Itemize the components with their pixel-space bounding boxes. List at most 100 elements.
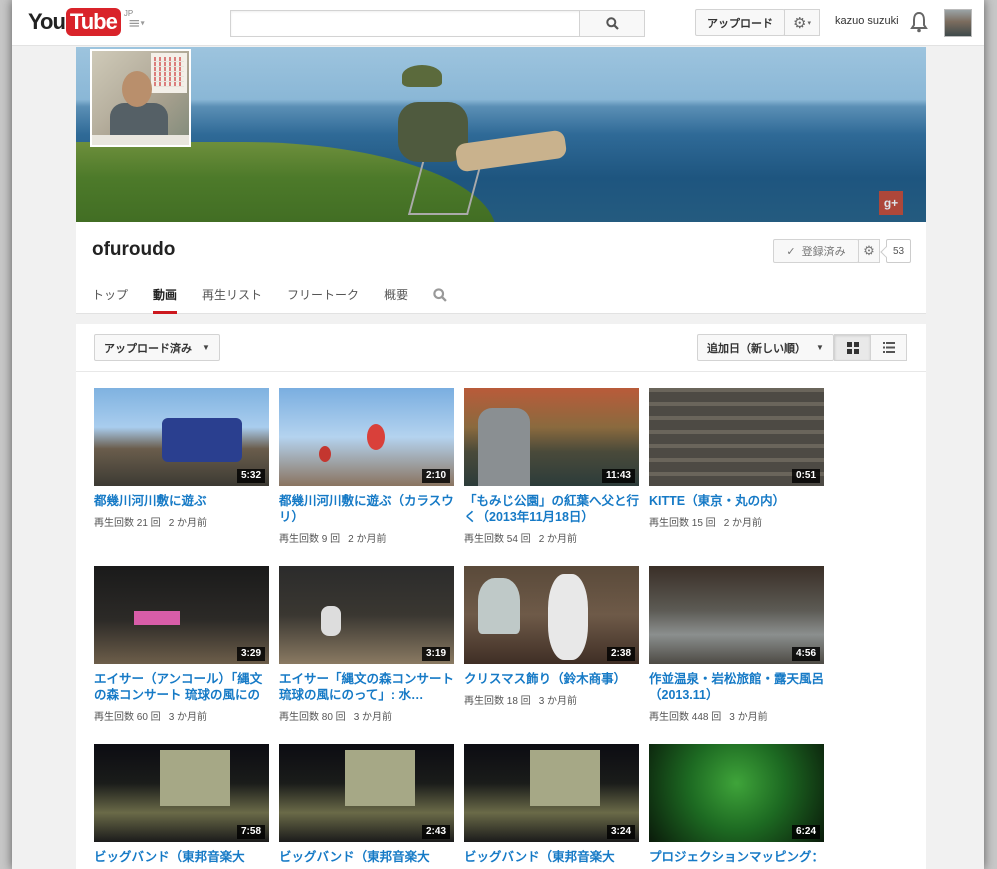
video-title[interactable]: エイサー「縄文の森コンサート 琉球の風にのって」: 水… (279, 671, 454, 703)
video-duration: 3:24 (606, 825, 635, 839)
chevron-down-icon: ▾ (807, 18, 811, 27)
chevron-down-icon: ▼ (202, 343, 210, 352)
video-duration: 6:24 (791, 825, 820, 839)
video-duration: 4:56 (791, 647, 820, 661)
video-duration: 5:32 (236, 469, 265, 483)
uploads-filter-dropdown[interactable]: アップロード済み ▼ (94, 334, 220, 361)
video-card[interactable]: 7:58 ビッグバンド（東邦音楽大 (94, 744, 269, 869)
channel-title[interactable]: ofuroudo (92, 239, 175, 261)
video-title[interactable]: ビッグバンド（東邦音楽大 (94, 849, 269, 865)
settings-menu-button[interactable]: ⚙ ▾ (784, 9, 820, 36)
subscribed-button[interactable]: ✓ 登録済み (773, 239, 859, 263)
notifications-bell-icon[interactable] (910, 11, 928, 33)
video-views: 再生回数 21 回 (94, 518, 161, 529)
upload-button[interactable]: アップロード (695, 9, 785, 36)
gear-icon: ⚙ (793, 13, 807, 32)
checkmark-icon: ✓ (786, 245, 796, 258)
video-thumbnail[interactable]: 5:32 (94, 388, 269, 486)
video-card[interactable]: 2:38 クリスマス飾り（鈴木商事） 再生回数 18 回 3 か月前 (464, 566, 639, 707)
video-thumbnail[interactable]: 7:58 (94, 744, 269, 842)
video-thumbnail[interactable]: 2:38 (464, 566, 639, 664)
video-duration: 2:10 (421, 469, 450, 483)
video-meta: 再生回数 448 回 3 か月前 (649, 708, 824, 723)
video-thumbnail[interactable]: 3:24 (464, 744, 639, 842)
subscriber-count: 53 (886, 239, 911, 263)
video-views: 再生回数 54 回 (464, 534, 531, 545)
video-meta: 再生回数 21 回 2 か月前 (94, 514, 269, 529)
video-duration: 11:43 (601, 469, 635, 483)
video-card[interactable]: 6:24 プロジェクションマッピング： (649, 744, 824, 869)
video-meta: 再生回数 18 回 3 か月前 (464, 692, 639, 707)
video-age: 2 か月前 (348, 534, 387, 545)
video-thumbnail[interactable]: 2:43 (279, 744, 454, 842)
video-thumbnail[interactable]: 6:24 (649, 744, 824, 842)
subscription-settings-button[interactable]: ⚙ (858, 239, 880, 263)
user-avatar[interactable] (944, 9, 972, 37)
video-views: 再生回数 60 回 (94, 712, 161, 723)
guide-menu-icon[interactable]: ≡▾ (128, 14, 154, 32)
video-age: 3 か月前 (729, 712, 768, 723)
video-views: 再生回数 9 回 (279, 534, 341, 545)
video-thumbnail[interactable]: 2:10 (279, 388, 454, 486)
video-thumbnail[interactable]: 3:19 (279, 566, 454, 664)
username[interactable]: kazuo suzuki (835, 15, 899, 27)
tab-about[interactable]: 概要 (384, 288, 408, 314)
list-view-icon (882, 342, 895, 353)
video-title[interactable]: ビッグバンド（東邦音楽大 (464, 849, 639, 865)
subscribed-label: 登録済み (801, 246, 846, 258)
video-title[interactable]: ビッグバンド（東邦音楽大 (279, 849, 454, 865)
video-duration: 2:38 (606, 647, 635, 661)
sort-dropdown[interactable]: 追加日（新しい順） ▼ (697, 334, 834, 361)
video-title[interactable]: 都幾川河川敷に遊ぶ（カラスウリ） (279, 493, 454, 525)
video-thumbnail[interactable]: 4:56 (649, 566, 824, 664)
video-title[interactable]: エイサー（アンコール）「縄文の森コンサート 琉球の風にのっ… (94, 671, 269, 703)
search-button[interactable] (579, 10, 645, 37)
video-thumbnail[interactable]: 11:43 (464, 388, 639, 486)
video-thumbnail[interactable]: 0:51 (649, 388, 824, 486)
channel-avatar[interactable] (90, 49, 191, 147)
tab-videos[interactable]: 動画 (153, 288, 178, 314)
search-input[interactable] (230, 10, 581, 37)
video-duration: 2:43 (421, 825, 450, 839)
logo-tube-text: Tube (65, 8, 121, 36)
video-title[interactable]: 都幾川河川敷に遊ぶ (94, 493, 269, 509)
video-duration: 7:58 (236, 825, 265, 839)
tab-playlists[interactable]: 再生リスト (202, 288, 262, 314)
video-age: 2 か月前 (538, 534, 578, 545)
video-age: 3 か月前 (538, 696, 578, 707)
video-card[interactable]: 2:10 都幾川河川敷に遊ぶ（カラスウリ） 再生回数 9 回 2 か月前 (279, 388, 454, 545)
video-title[interactable]: クリスマス飾り（鈴木商事） (464, 671, 639, 687)
video-card[interactable]: 3:19 エイサー「縄文の森コンサート 琉球の風にのって」: 水… 再生回数 8… (279, 566, 454, 723)
list-view-button[interactable] (870, 334, 907, 361)
video-duration: 3:19 (421, 647, 450, 661)
video-card[interactable]: 2:43 ビッグバンド（東邦音楽大 (279, 744, 454, 869)
tab-home[interactable]: トップ (92, 288, 128, 314)
video-thumbnail[interactable]: 3:29 (94, 566, 269, 664)
channel-search-icon[interactable] (433, 288, 447, 302)
gear-icon: ⚙ (863, 243, 875, 259)
chevron-down-icon: ▼ (816, 343, 824, 352)
video-title[interactable]: 「もみじ公園」の紅葉へ父と行く（2013年11月18日） (464, 493, 639, 525)
filter-bar: アップロード済み ▼ 追加日（新しい順） ▼ (76, 324, 926, 372)
video-card[interactable]: 11:43 「もみじ公園」の紅葉へ父と行く（2013年11月18日） 再生回数 … (464, 388, 639, 545)
video-meta: 再生回数 54 回 2 か月前 (464, 530, 639, 545)
video-views: 再生回数 18 回 (464, 696, 531, 707)
video-title[interactable]: KITTE（東京・丸の内） (649, 493, 824, 509)
grid-view-button[interactable] (834, 334, 871, 361)
video-age: 2 か月前 (723, 518, 763, 529)
video-title[interactable]: 作並温泉・岩松旅館・露天風呂（2013.11） (649, 671, 824, 703)
video-card[interactable]: 4:56 作並温泉・岩松旅館・露天風呂（2013.11） 再生回数 448 回 3… (649, 566, 824, 723)
grid-view-icon (846, 341, 859, 354)
video-views: 再生回数 15 回 (649, 518, 716, 529)
youtube-logo[interactable]: You Tube JP (28, 8, 133, 36)
video-card[interactable]: 3:24 ビッグバンド（東邦音楽大 (464, 744, 639, 869)
video-card[interactable]: 0:51 KITTE（東京・丸の内） 再生回数 15 回 2 か月前 (649, 388, 824, 529)
video-card[interactable]: 5:32 都幾川河川敷に遊ぶ 再生回数 21 回 2 か月前 (94, 388, 269, 529)
search-icon (605, 17, 619, 30)
video-title[interactable]: プロジェクションマッピング： (649, 849, 824, 865)
google-plus-icon[interactable]: g+ (879, 191, 903, 215)
video-age: 3 か月前 (353, 712, 393, 723)
video-card[interactable]: 3:29 エイサー（アンコール）「縄文の森コンサート 琉球の風にのっ… 再生回数… (94, 566, 269, 723)
tab-discussion[interactable]: フリートーク (287, 288, 359, 314)
video-meta: 再生回数 60 回 3 か月前 (94, 708, 269, 723)
